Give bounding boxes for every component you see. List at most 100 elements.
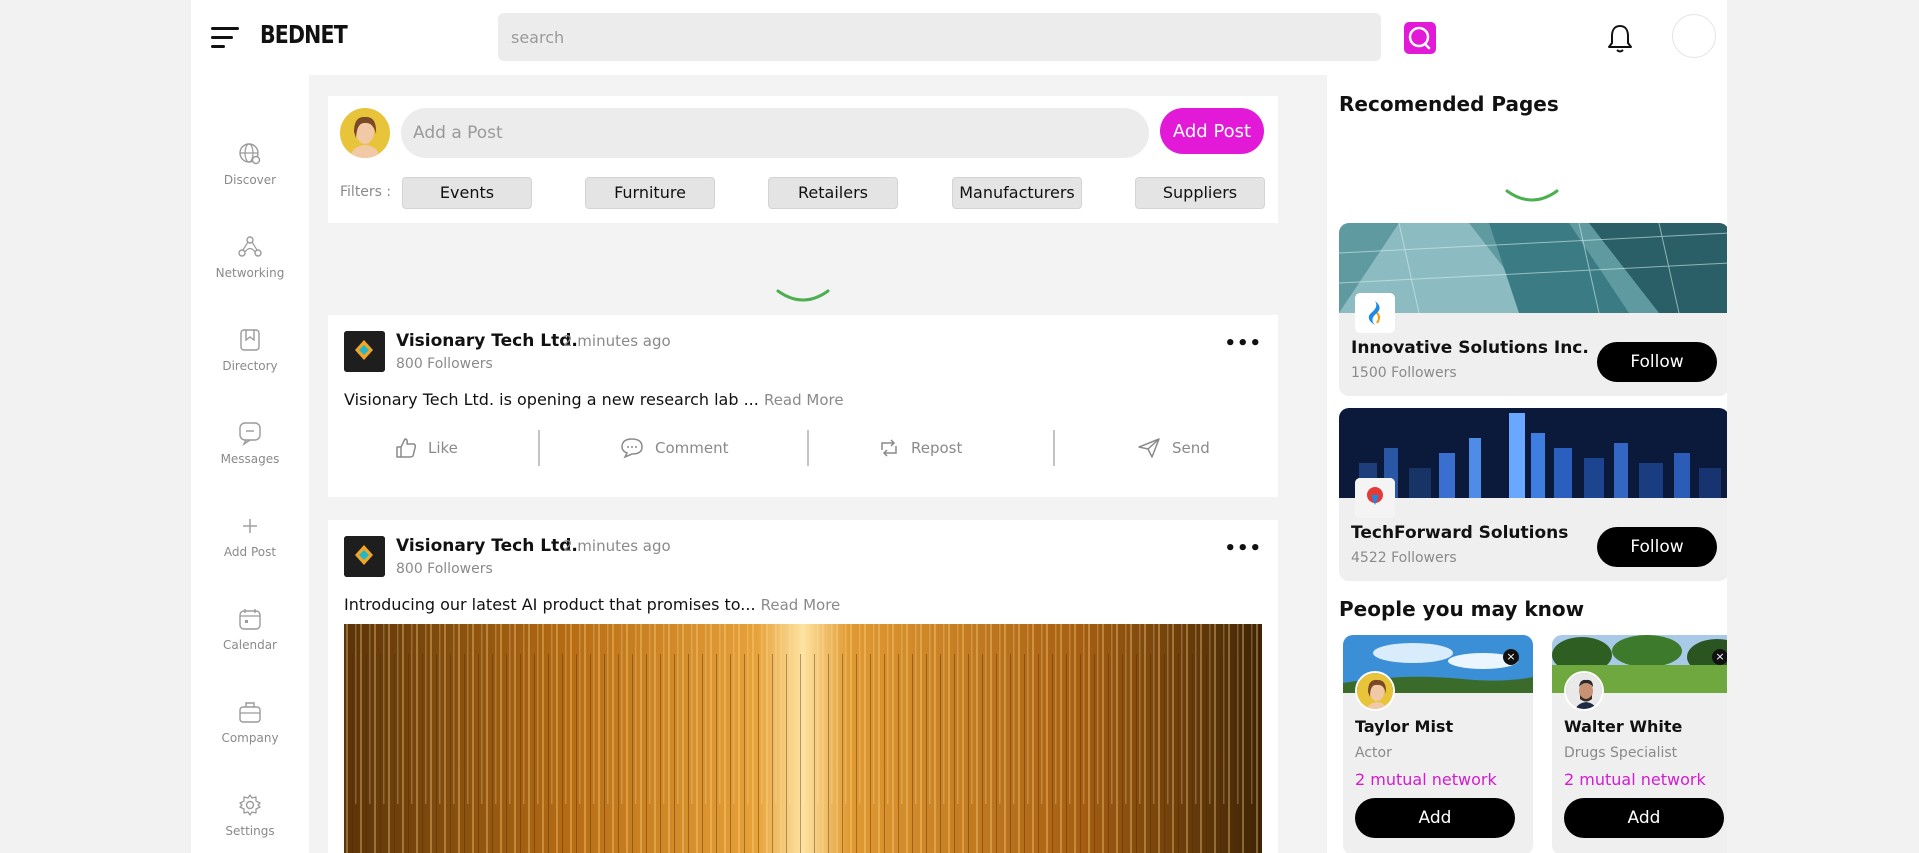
gear-icon	[239, 794, 261, 816]
page-followers: 4522 Followers	[1351, 550, 1457, 566]
person-name[interactable]: Taylor Mist	[1355, 717, 1453, 736]
add-connection-button[interactable]: Add	[1355, 798, 1515, 838]
company-logo[interactable]	[344, 536, 385, 577]
filter-chip-suppliers[interactable]: Suppliers	[1135, 177, 1265, 209]
calendar-icon	[239, 609, 261, 630]
sidebar-item-label: Directory	[222, 359, 278, 373]
recommended-pages-title: Recomended Pages	[1339, 92, 1559, 116]
recommended-page-card: TechForward Solutions 4522 Followers Fol…	[1339, 408, 1727, 581]
sidebar-item-label: Add Post	[223, 545, 277, 559]
sidebar-item-settings[interactable]: Settings	[191, 792, 309, 853]
action-divider	[1053, 430, 1055, 466]
filters-label: Filters :	[340, 184, 392, 200]
comment-label: Comment	[655, 439, 729, 457]
main-feed: Add Post Filters : Events Furniture Reta…	[309, 75, 1327, 853]
person-role: Actor	[1355, 745, 1392, 761]
sidebar-item-networking[interactable]: Networking	[191, 234, 309, 304]
person-role: Drugs Specialist	[1564, 745, 1678, 761]
filter-chip-furniture[interactable]: Furniture	[585, 177, 715, 209]
action-divider	[538, 430, 540, 466]
action-divider	[807, 430, 809, 466]
loading-spinner	[1505, 189, 1559, 202]
sidebar-item-label: Company	[221, 731, 279, 745]
comment-button[interactable]: Comment	[620, 430, 729, 466]
page-name[interactable]: Innovative Solutions Inc.	[1351, 338, 1589, 358]
people-you-may-know-title: People you may know	[1339, 597, 1585, 621]
filter-chip-retailers[interactable]: Retailers	[768, 177, 898, 209]
post-timestamp: 2 minutes ago	[563, 537, 671, 555]
sidebar-item-label: Calendar	[223, 638, 277, 652]
message-icon	[239, 422, 261, 446]
hamburger-menu-icon[interactable]	[211, 27, 239, 49]
comment-icon	[621, 438, 643, 459]
post-company-name[interactable]: Visionary Tech Ltd.	[396, 536, 578, 556]
post-followers: 800 Followers	[396, 561, 493, 577]
page-name[interactable]: TechForward Solutions	[1351, 523, 1568, 543]
briefcase-icon	[239, 702, 261, 723]
add-post-button[interactable]: Add Post	[1160, 108, 1264, 154]
read-more-link[interactable]: Read More	[761, 596, 841, 614]
plus-icon	[243, 519, 257, 533]
sidebar-item-company[interactable]: Company	[191, 699, 309, 769]
globe-search-icon	[239, 143, 261, 165]
page-logo	[1355, 293, 1395, 333]
page-followers: 1500 Followers	[1351, 365, 1457, 381]
more-options-icon[interactable]: •••	[1224, 538, 1262, 559]
post-timestamp: 2 minutes ago	[563, 332, 671, 350]
post-text: Visionary Tech Ltd. is opening a new res…	[344, 390, 844, 409]
search-button[interactable]	[1404, 22, 1436, 54]
recommended-page-card: Innovative Solutions Inc. 1500 Followers…	[1339, 223, 1727, 396]
person-card: × Walter White Drugs Specialist 2 mutual…	[1552, 635, 1727, 853]
repost-icon	[881, 439, 897, 457]
post-image[interactable]	[344, 624, 1262, 853]
user-avatar[interactable]	[1672, 14, 1716, 58]
add-post-input[interactable]	[401, 108, 1149, 158]
app-logo[interactable]: BEDNET	[260, 20, 348, 49]
person-card: × Taylor Mist Actor 2 mutual network Add	[1343, 635, 1533, 853]
left-sidebar: Discover Networking Directory Messages A…	[191, 75, 309, 853]
repost-button[interactable]: Repost	[878, 430, 962, 466]
post-company-name[interactable]: Visionary Tech Ltd.	[396, 331, 578, 351]
close-icon[interactable]: ×	[1712, 649, 1727, 665]
bell-icon[interactable]	[1605, 22, 1635, 54]
post-actions: Like Comment Repost Send	[344, 430, 1262, 466]
sidebar-item-directory[interactable]: Directory	[191, 327, 309, 397]
person-name[interactable]: Walter White	[1564, 717, 1682, 736]
read-more-link[interactable]: Read More	[764, 391, 844, 409]
follow-button[interactable]: Follow	[1597, 527, 1717, 567]
sidebar-item-label: Discover	[223, 173, 277, 187]
filter-chip-manufacturers[interactable]: Manufacturers	[952, 177, 1082, 209]
page-banner	[1339, 223, 1727, 313]
more-options-icon[interactable]: •••	[1224, 333, 1262, 354]
network-icon	[238, 236, 262, 257]
person-mutual-network[interactable]: 2 mutual network	[1564, 770, 1706, 789]
right-panel: Recomended Pages Innovative Solutions In…	[1327, 75, 1727, 853]
page-logo	[1355, 478, 1395, 518]
sidebar-item-messages[interactable]: Messages	[191, 420, 309, 490]
add-connection-button[interactable]: Add	[1564, 798, 1724, 838]
post-followers: 800 Followers	[396, 356, 493, 372]
post-text: Introducing our latest AI product that p…	[344, 595, 840, 614]
post-composer: Add Post Filters : Events Furniture Reta…	[328, 96, 1278, 223]
sidebar-item-discover[interactable]: Discover	[191, 141, 309, 211]
top-header: BEDNET	[191, 0, 1727, 75]
post-body: Visionary Tech Ltd. is opening a new res…	[344, 390, 759, 409]
company-logo[interactable]	[344, 331, 385, 372]
sidebar-item-label: Settings	[225, 824, 275, 838]
like-label: Like	[428, 439, 458, 457]
bookmark-icon	[240, 329, 260, 351]
sidebar-item-calendar[interactable]: Calendar	[191, 606, 309, 676]
post-card: Visionary Tech Ltd. 2 minutes ago 800 Fo…	[328, 520, 1278, 853]
close-icon[interactable]: ×	[1503, 649, 1519, 665]
composer-avatar	[340, 108, 390, 158]
search-input[interactable]	[498, 13, 1381, 61]
like-button[interactable]: Like	[395, 430, 458, 466]
avatar	[1355, 671, 1395, 711]
person-mutual-network[interactable]: 2 mutual network	[1355, 770, 1497, 789]
follow-button[interactable]: Follow	[1597, 342, 1717, 382]
filter-chip-events[interactable]: Events	[402, 177, 532, 209]
sidebar-item-add-post[interactable]: Add Post	[191, 513, 309, 583]
loading-spinner	[776, 289, 830, 302]
send-button[interactable]: Send	[1137, 430, 1210, 466]
avatar	[1564, 671, 1604, 711]
